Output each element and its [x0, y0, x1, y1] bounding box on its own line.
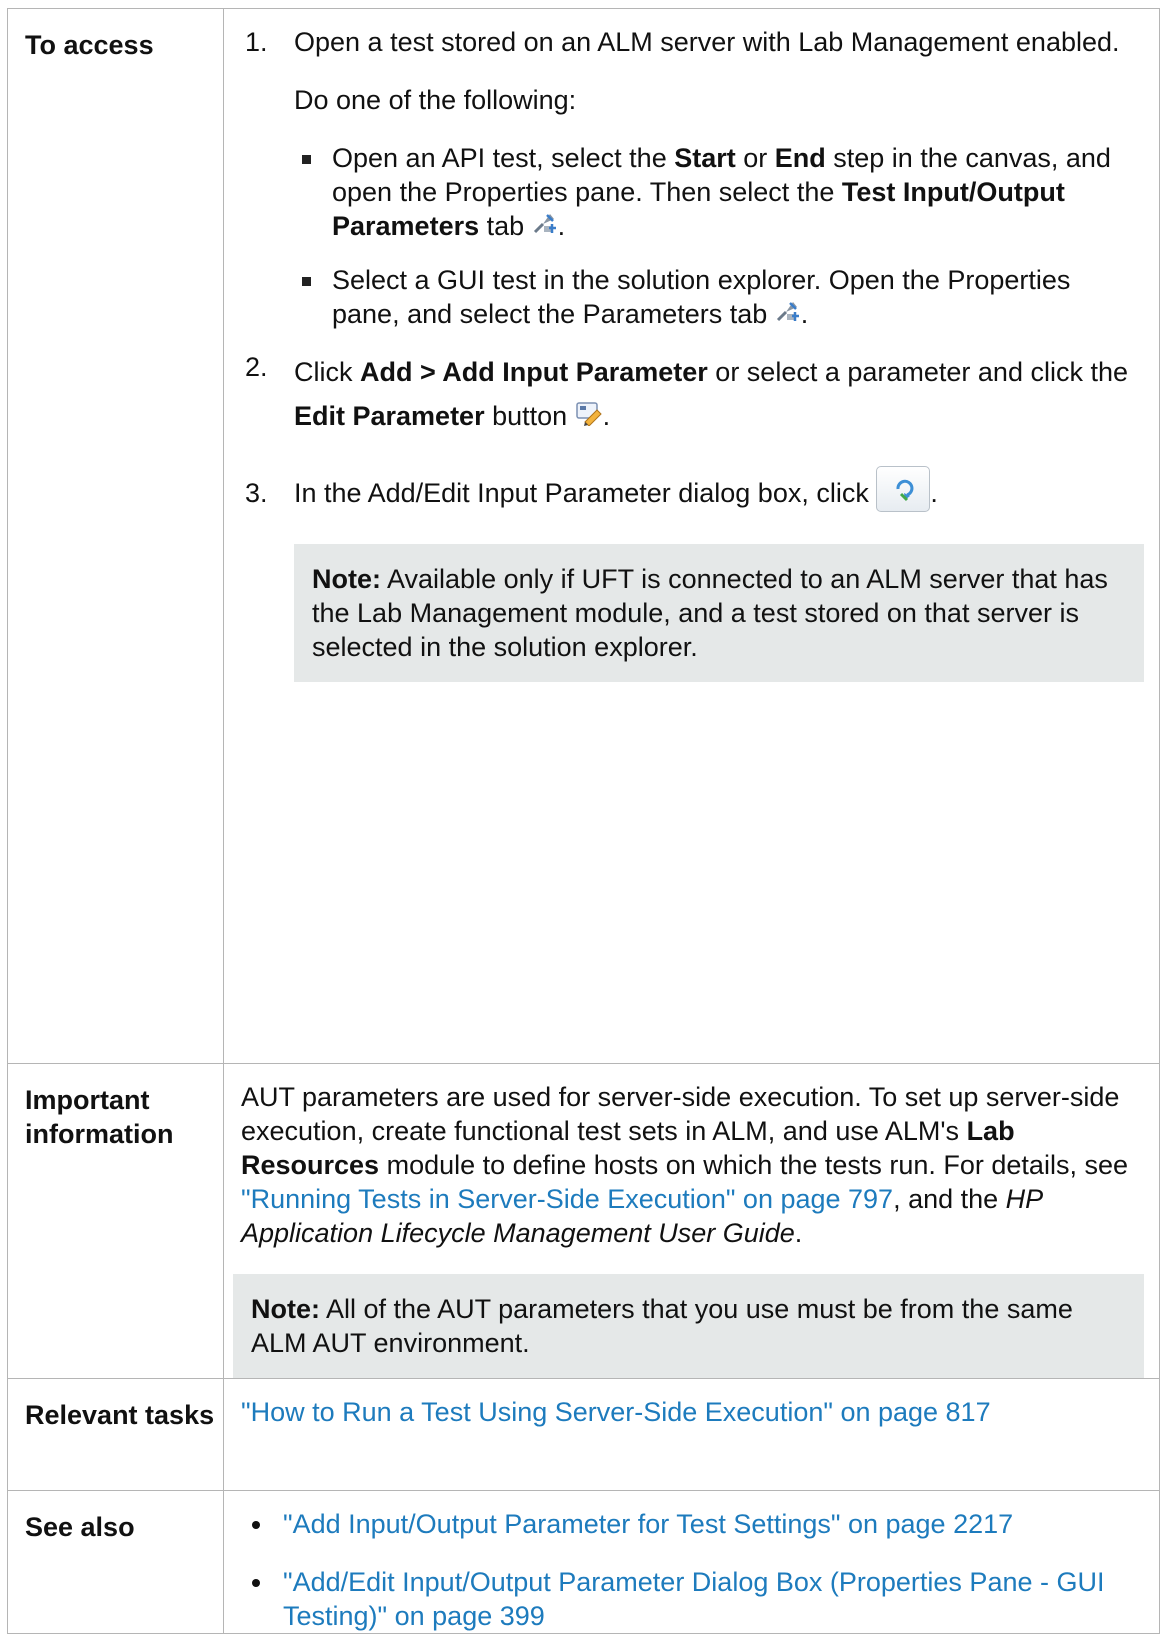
content-see-also: "Add Input/Output Parameter for Test Set… — [223, 1490, 1160, 1634]
step-number: 1. — [245, 27, 268, 57]
content-important-information: AUT parameters are used for server-side … — [223, 1063, 1160, 1379]
bullet-dot-icon — [252, 1521, 260, 1529]
row-relevant-tasks: Relevant tasks "How to Run a Test Using … — [7, 1378, 1160, 1491]
note-label: Note: — [312, 564, 381, 594]
parameters-tab-icon — [533, 213, 556, 233]
note-label: Note: — [251, 1294, 320, 1324]
label-see-also: See also — [7, 1490, 224, 1634]
square-bullet-icon — [302, 277, 311, 286]
note-text: All of the AUT parameters that you use m… — [251, 1294, 1073, 1358]
step-text: Open a test stored on an ALM server with… — [294, 27, 1120, 57]
row-to-access: To access 1. Open a test stored on an AL… — [7, 8, 1160, 1064]
note-text: Available only if UFT is connected to an… — [312, 564, 1108, 662]
bullet-item: Select a GUI test in the solution explor… — [241, 263, 1144, 331]
step-3: 3. In the Add/Edit Input Parameter dialo… — [241, 465, 1144, 682]
note-box: Note: Available only if UFT is connected… — [294, 544, 1144, 682]
step-1: 1. Open a test stored on an ALM server w… — [241, 25, 1144, 141]
link-add-edit-parameter-dialog[interactable]: "Add/Edit Input/Output Parameter Dialog … — [283, 1567, 1104, 1631]
link-how-to-run-server-side[interactable]: "How to Run a Test Using Server-Side Exe… — [241, 1397, 991, 1427]
content-relevant-tasks: "How to Run a Test Using Server-Side Exe… — [223, 1378, 1160, 1491]
list-item: "Add/Edit Input/Output Parameter Dialog … — [241, 1565, 1144, 1633]
bullet-dot-icon — [252, 1579, 260, 1587]
reference-table: To access 1. Open a test stored on an AL… — [7, 8, 1160, 1634]
step-2: 2. Click Add > Add Input Parameter or se… — [245, 352, 1128, 431]
note-box: Note: All of the AUT parameters that you… — [233, 1274, 1144, 1378]
content-to-access: 1. Open a test stored on an ALM server w… — [223, 8, 1160, 1064]
square-bullet-icon — [302, 155, 311, 164]
parameters-tab-icon — [776, 301, 799, 321]
label-important-information: Important information — [7, 1063, 224, 1379]
select-aut-parameter-button[interactable] — [876, 465, 931, 512]
refresh-icon — [896, 479, 914, 501]
list-item: "Add Input/Output Parameter for Test Set… — [241, 1507, 1144, 1541]
label-relevant-tasks: Relevant tasks — [7, 1378, 224, 1491]
step-number: 2. — [245, 352, 268, 382]
edit-parameter-icon — [575, 402, 602, 426]
label-to-access: To access — [7, 8, 224, 1064]
link-running-tests-server-side[interactable]: "Running Tests in Server-Side Execution"… — [241, 1184, 893, 1214]
bullet-item: Open an API test, select the Start or En… — [241, 141, 1144, 243]
do-one-text: Do one of the following: — [294, 85, 577, 115]
row-see-also: See also "Add Input/Output Parameter for… — [7, 1490, 1160, 1634]
step-number: 3. — [245, 478, 268, 508]
row-important-information: Important information AUT parameters are… — [7, 1063, 1160, 1379]
link-add-input-output-parameter[interactable]: "Add Input/Output Parameter for Test Set… — [283, 1509, 1013, 1539]
